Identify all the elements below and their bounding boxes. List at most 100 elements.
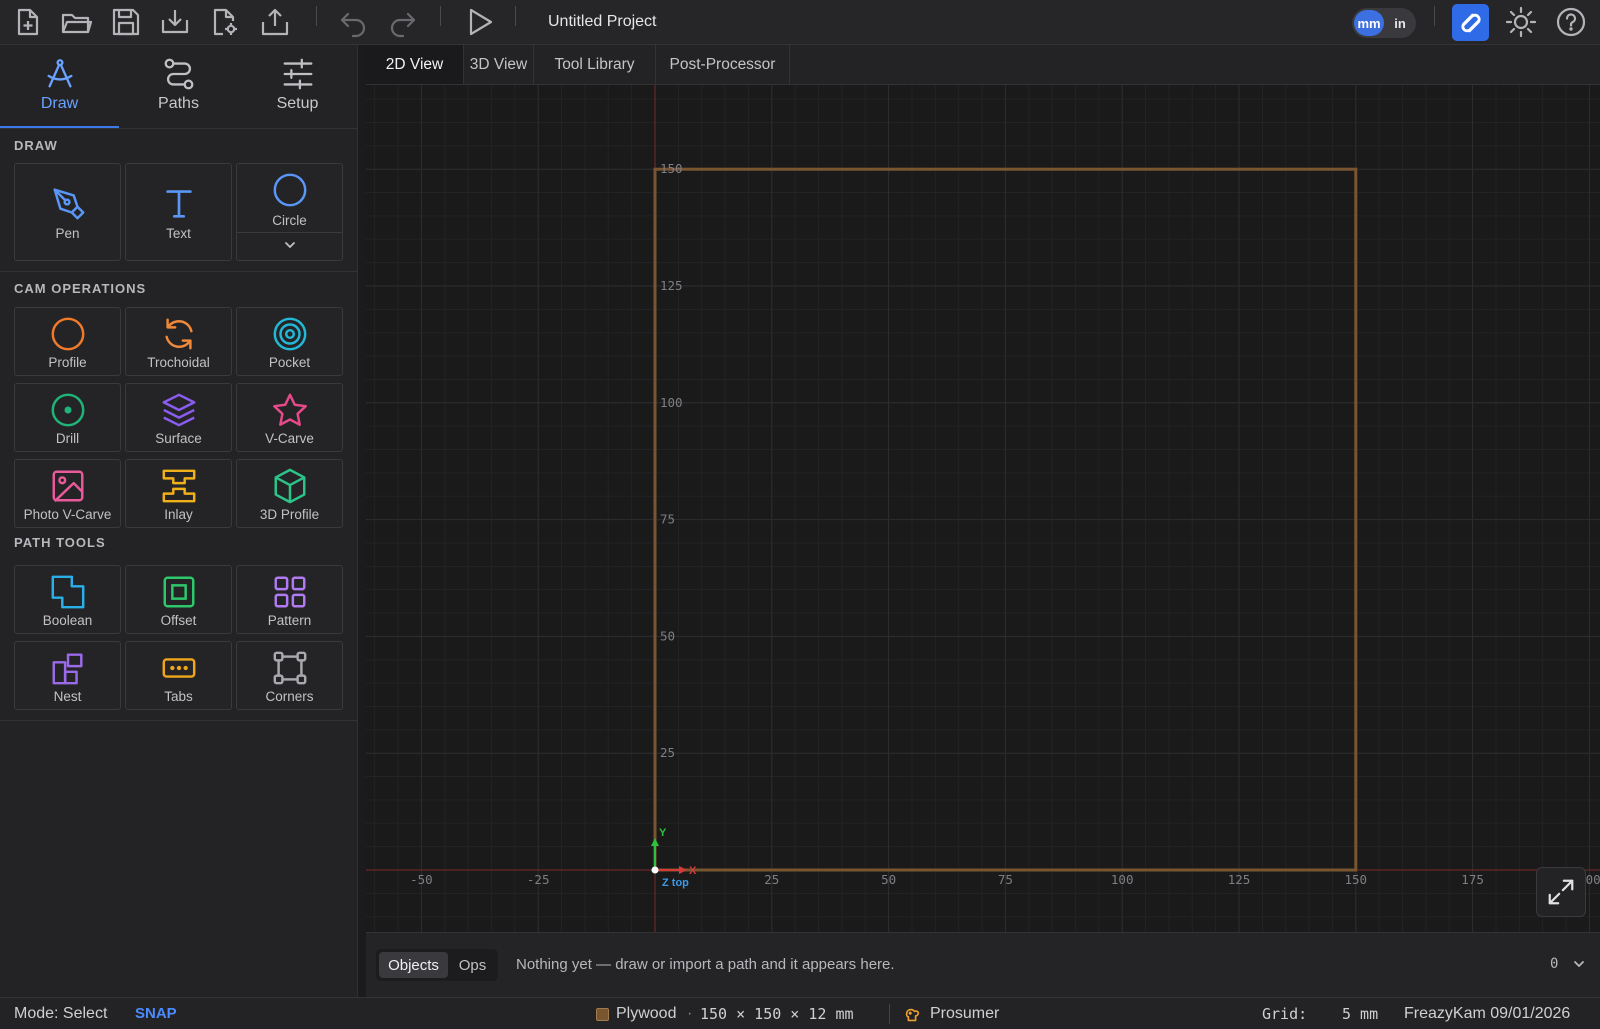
op-trochoidal[interactable]: Trochoidal: [125, 307, 232, 376]
export-icon[interactable]: [257, 4, 293, 40]
expand-icon: [1548, 879, 1574, 905]
op-pocket-label: Pocket: [268, 355, 311, 370]
download-icon[interactable]: [157, 4, 193, 40]
section-title-draw: DRAW: [14, 138, 58, 153]
chevron-down-icon[interactable]: [283, 238, 297, 252]
unit-in-option[interactable]: in: [1386, 10, 1414, 36]
empty-message: Nothing yet — draw or import a path and …: [516, 956, 895, 973]
nest-icon: [52, 653, 83, 685]
tab-paths[interactable]: Paths: [119, 45, 238, 128]
help-icon[interactable]: [1553, 4, 1589, 40]
op-inlay[interactable]: Inlay: [125, 459, 232, 528]
tool-text-label: Text: [166, 226, 191, 241]
x-tick-label: 25: [764, 872, 779, 887]
save-icon[interactable]: [108, 4, 144, 40]
x-tick-label: -25: [527, 872, 550, 887]
op-3d-profile[interactable]: 3D Profile: [236, 459, 343, 528]
canvas-2d[interactable]: -50 -25 25 50 75 100 125 150 175 200 25 50 75 100 125 1…: [366, 85, 1600, 932]
tabs-icon: [162, 658, 195, 678]
x-tick-label: 150: [1345, 872, 1368, 887]
image-icon: [52, 470, 83, 503]
op-photo-vcarve[interactable]: Photo V-Carve: [14, 459, 121, 528]
toolbar-divider: [515, 6, 516, 26]
tool-pen[interactable]: Pen: [14, 163, 121, 261]
path-tool-boolean-label: Boolean: [42, 613, 93, 628]
tab-draw[interactable]: Draw: [0, 45, 119, 128]
material-name[interactable]: Plywood: [616, 1005, 676, 1023]
view-tabs: 2D View 3D View Tool Library Post-Proces…: [366, 45, 1600, 85]
tab-2d-view[interactable]: 2D View: [366, 45, 464, 84]
x-tick-label: 125: [1228, 872, 1251, 887]
op-drill[interactable]: Drill: [14, 383, 121, 452]
z-axis-label: Z top: [662, 877, 689, 889]
path-tool-pattern[interactable]: Pattern: [236, 565, 343, 634]
compass-icon: [46, 59, 73, 88]
x-axis-label: X: [689, 865, 697, 877]
open-folder-icon[interactable]: [58, 4, 94, 40]
stock-dimensions[interactable]: 150 × 150 × 12 mm: [700, 1005, 854, 1023]
grid-icon: [274, 576, 305, 608]
separator: ·: [687, 1005, 693, 1022]
x-tick-label: 50: [881, 872, 896, 887]
tab-3d-view[interactable]: 3D View: [464, 45, 534, 84]
path-tool-offset[interactable]: Offset: [125, 565, 232, 634]
tool-circle-label: Circle: [272, 213, 307, 228]
grid-value[interactable]: 5 mm: [1342, 1005, 1378, 1023]
chevron-down-icon[interactable]: [1572, 957, 1586, 971]
x-tick-label: -50: [410, 872, 433, 887]
y-gizmo-arrow: [651, 838, 659, 846]
snap-toggle[interactable]: SNAP: [135, 1005, 177, 1022]
tab-tool-library[interactable]: Tool Library: [534, 45, 656, 84]
objects-tab[interactable]: Objects: [379, 952, 448, 978]
file-settings-icon[interactable]: [207, 4, 243, 40]
star-icon: [272, 393, 307, 426]
drill-icon: [51, 393, 84, 427]
pen-icon: [52, 188, 84, 220]
path-tool-corners[interactable]: Corners: [236, 641, 343, 710]
tab-setup[interactable]: Setup: [238, 45, 357, 128]
toolbar-divider: [1434, 6, 1435, 26]
plan-label[interactable]: Prosumer: [930, 1005, 999, 1023]
fit-view-button[interactable]: [1536, 867, 1586, 917]
path-tool-tabs[interactable]: Tabs: [125, 641, 232, 710]
path-tool-tabs-label: Tabs: [164, 689, 193, 704]
op-profile[interactable]: Profile: [14, 307, 121, 376]
y-tick-label: 125: [660, 278, 683, 293]
tab-post-processor[interactable]: Post-Processor: [656, 45, 790, 84]
project-title[interactable]: Untitled Project: [548, 13, 657, 31]
undo-icon[interactable]: [335, 4, 371, 40]
brand-icon[interactable]: [1452, 4, 1489, 41]
divider: [0, 720, 358, 721]
op-vcarve[interactable]: V-Carve: [236, 383, 343, 452]
run-icon[interactable]: [461, 4, 497, 40]
origin-dot: [651, 866, 659, 874]
tool-circle[interactable]: Circle: [236, 163, 343, 261]
op-surface[interactable]: Surface: [125, 383, 232, 452]
redo-icon[interactable]: [385, 4, 421, 40]
op-inlay-label: Inlay: [164, 507, 193, 522]
tool-pen-label: Pen: [55, 226, 80, 241]
grid-label: Grid:: [1262, 1005, 1308, 1023]
circle-icon: [273, 173, 306, 207]
divider: [889, 1004, 890, 1024]
unit-toggle[interactable]: mm in: [1352, 8, 1416, 38]
op-photo-vcarve-label: Photo V-Carve: [23, 507, 112, 522]
tool-text[interactable]: Text: [125, 163, 232, 261]
new-file-icon[interactable]: [9, 4, 45, 40]
op-profile-label: Profile: [48, 355, 87, 370]
sun-icon[interactable]: [1503, 4, 1539, 40]
unit-mm-option[interactable]: mm: [1354, 10, 1384, 36]
objects-panel: Objects Ops Nothing yet — draw or import…: [366, 932, 1600, 997]
x-tick-label: 75: [998, 872, 1013, 887]
path-tool-boolean[interactable]: Boolean: [14, 565, 121, 634]
tab-draw-label: Draw: [40, 95, 79, 112]
toolbar-divider: [440, 6, 441, 26]
toolbar-divider: [316, 6, 317, 26]
ops-tab[interactable]: Ops: [450, 952, 495, 978]
path-tool-pattern-label: Pattern: [267, 613, 312, 628]
divider: [237, 232, 342, 233]
cube-icon: [274, 468, 305, 504]
paths-icon: [164, 58, 193, 90]
op-pocket[interactable]: Pocket: [236, 307, 343, 376]
path-tool-nest[interactable]: Nest: [14, 641, 121, 710]
